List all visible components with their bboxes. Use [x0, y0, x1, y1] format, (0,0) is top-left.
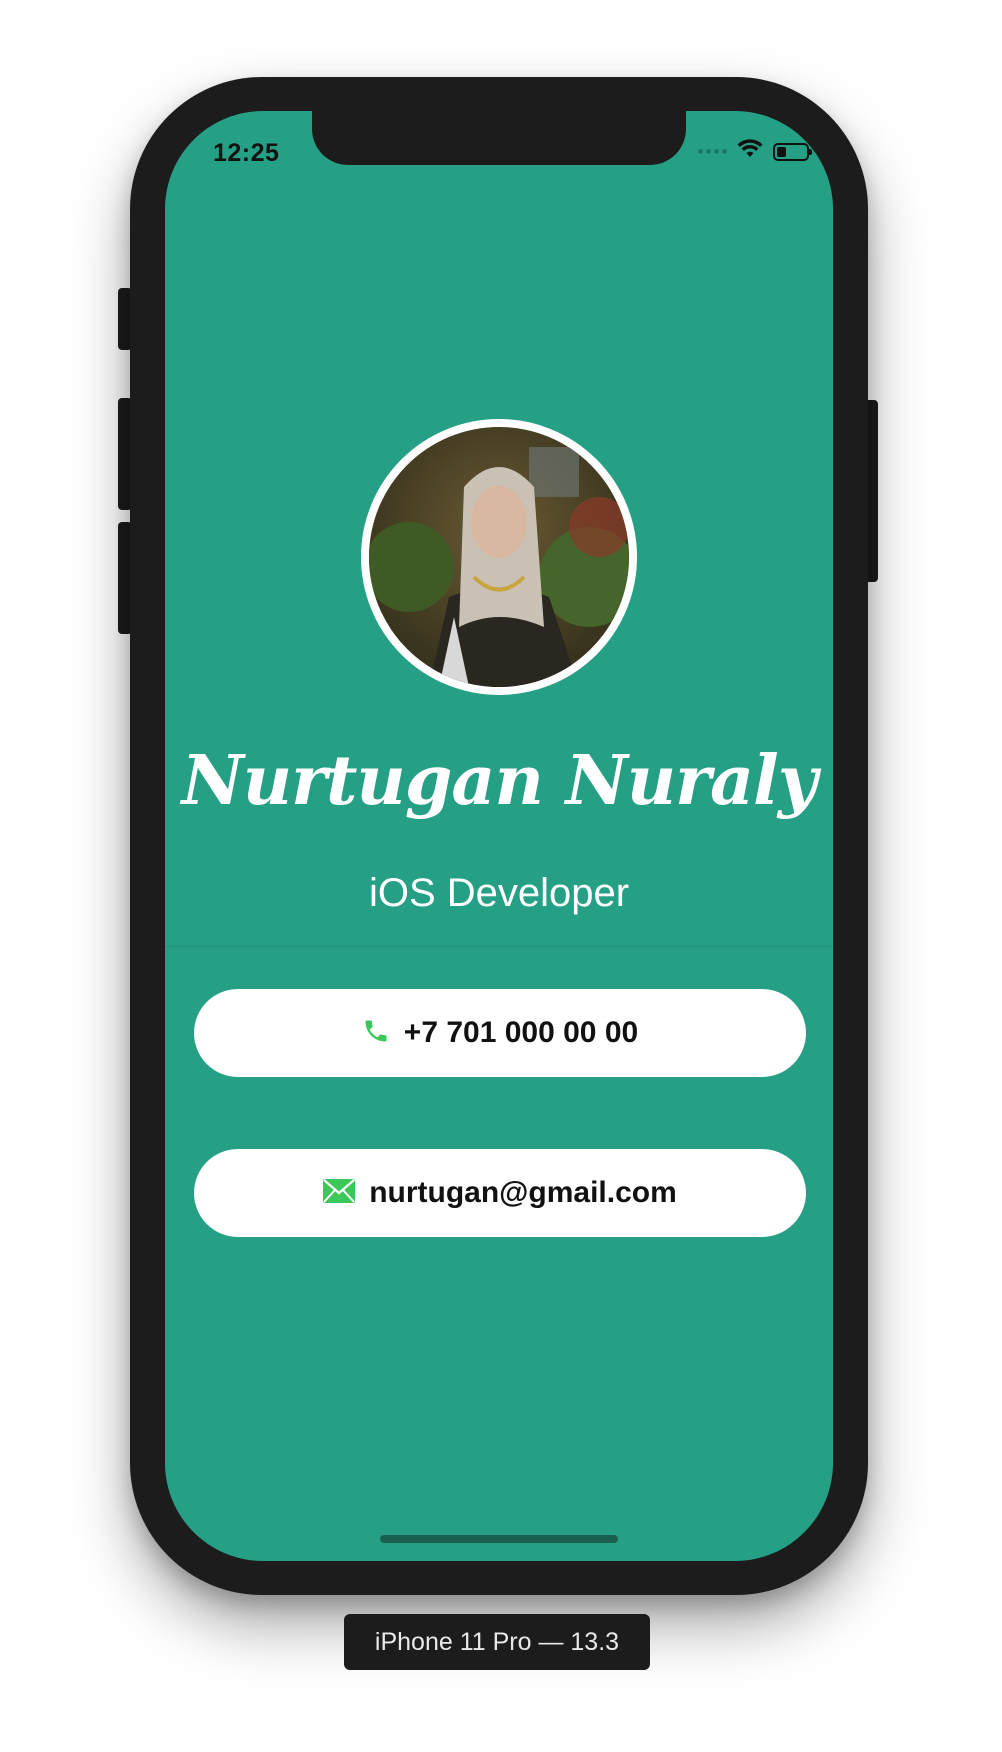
phone-number: +7 701 000 00 00 — [403, 1016, 639, 1049]
simulator-device-label: iPhone 11 Pro — 13.3 — [344, 1614, 650, 1670]
mail-icon — [323, 1178, 356, 1208]
phone-icon — [362, 1017, 390, 1050]
wifi-icon — [737, 139, 763, 164]
status-time: 12:25 — [213, 139, 280, 167]
email-address: nurtugan@gmail.com — [369, 1176, 677, 1209]
app-screen: 12:25 Nurtugan Nuraly iOS Developer +7 7… — [165, 111, 833, 1561]
home-indicator[interactable] — [380, 1535, 618, 1543]
status-icons — [698, 139, 812, 164]
signal-icon — [698, 149, 727, 154]
notch — [312, 111, 686, 165]
profile-photo — [369, 427, 629, 687]
profile-title: iOS Developer — [368, 871, 630, 915]
email-card[interactable]: nurtugan@gmail.com — [194, 1149, 806, 1237]
simulator-stage: 12:25 Nurtugan Nuraly iOS Developer +7 7… — [0, 0, 1002, 1752]
device-frame: 12:25 Nurtugan Nuraly iOS Developer +7 7… — [130, 77, 868, 1595]
divider — [165, 946, 833, 947]
battery-icon — [773, 142, 812, 161]
profile-name: Nurtugan Nuraly — [181, 741, 818, 821]
phone-card[interactable]: +7 701 000 00 00 — [194, 989, 806, 1077]
avatar — [361, 419, 637, 695]
